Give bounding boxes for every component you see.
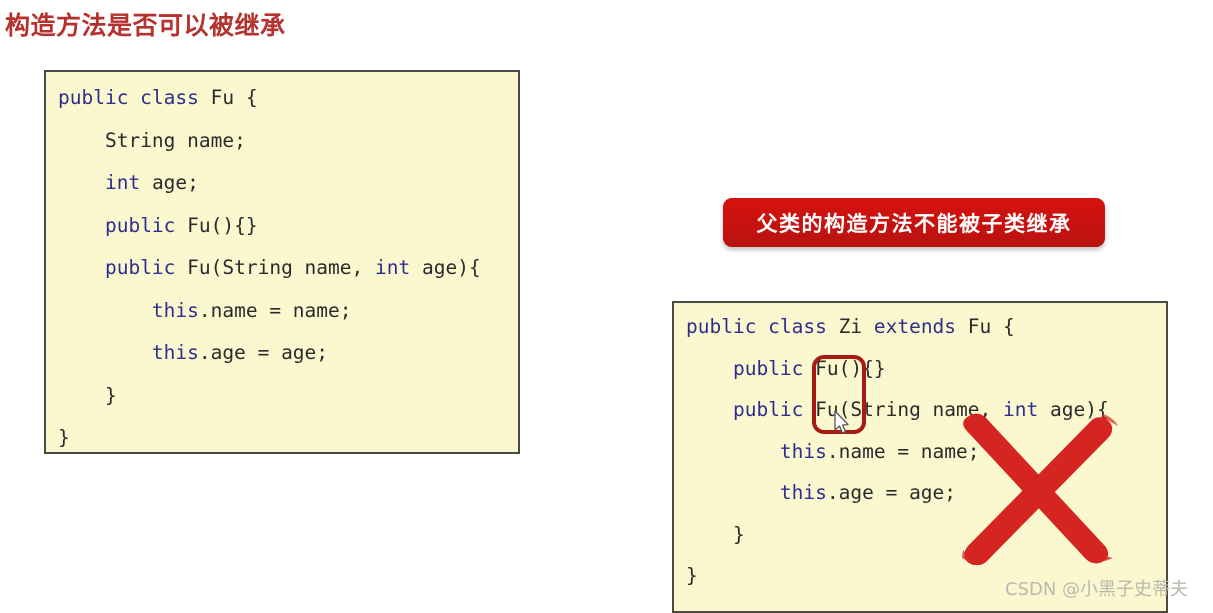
code-line: String name; [46,128,518,174]
code-text: age; [140,171,199,194]
code-block-zi: public class Zi extends Fu { public Fu()… [672,301,1168,613]
code-line: public Fu(){} [674,356,1166,401]
code-keyword: int [104,171,141,194]
code-text: .age = age; [198,341,329,364]
callout-banner-text: 父类的构造方法不能被子类继承 [756,211,1072,236]
code-text: age){ [1038,398,1109,421]
code-keyword: public class [686,315,827,338]
page-title: 构造方法是否可以被继承 [5,11,286,40]
code-text: Fu(){} [175,213,258,237]
code-text: .age = age; [826,481,957,504]
code-line: public Fu(){} [46,213,518,259]
code-text: Zi [826,315,874,338]
code-line: this.name = name; [46,298,518,344]
code-line: public Fu(String name, int age){ [46,258,518,301]
code-line: public class Fu { [46,88,518,131]
code-text: } [686,522,745,546]
code-text: } [58,426,70,449]
code-line: this.name = name; [674,439,1166,484]
code-line: } [46,383,518,429]
code-keyword: public class [58,86,199,109]
code-keyword: this [779,481,827,504]
code-line: public Fu(String name, int age){ [674,400,1166,442]
callout-banner: 父类的构造方法不能被子类继承 [723,198,1105,247]
code-block-fu: public class Fu { String name; int age; … [44,70,520,454]
code-keyword: public [732,398,804,421]
code-keyword: public [732,356,804,380]
code-keyword: public [104,256,176,279]
code-keyword: this [151,341,199,364]
code-line: } [46,426,518,452]
code-text: } [58,383,117,407]
code-text: Fu(String name, [175,256,376,279]
code-keyword: public [104,213,176,237]
code-line: int age; [46,173,518,216]
code-text: Fu { [198,86,258,109]
code-line: this.age = age; [46,343,518,386]
code-text: Fu { [956,315,1015,338]
code-text: .name = name; [826,439,980,463]
code-text: String name; [104,128,246,152]
code-text: age){ [410,256,481,279]
code-line: public class Zi extends Fu { [674,317,1166,359]
code-text: .name = name; [198,298,352,322]
mouse-cursor-icon [834,410,849,434]
code-line: } [674,522,1166,567]
code-line: this.age = age; [674,483,1166,525]
code-keyword: extends [873,315,957,338]
code-keyword: this [779,439,827,463]
code-text: } [686,564,698,587]
code-keyword: int [1003,398,1039,421]
code-keyword: this [151,298,199,322]
code-keyword: int [375,256,411,279]
watermark: CSDN @小黑子史蒂夫 [1005,579,1189,600]
